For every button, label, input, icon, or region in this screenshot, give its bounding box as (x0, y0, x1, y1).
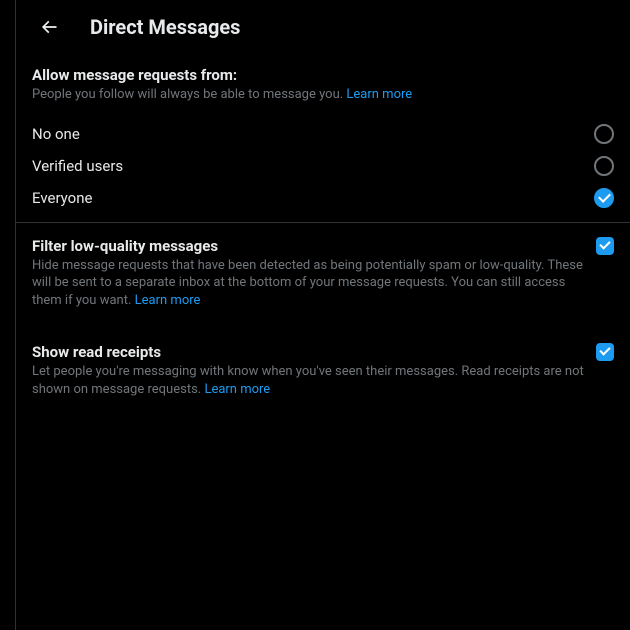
radio-label-everyone: Everyone (32, 189, 92, 207)
radio-row-verified[interactable]: Verified users (16, 150, 630, 182)
receipts-checkbox[interactable] (596, 343, 614, 361)
allow-requests-section: Allow message requests from: People you … (16, 54, 630, 118)
settings-page: Direct Messages Allow message requests f… (15, 0, 630, 630)
receipts-desc: Let people you're messaging with know wh… (32, 363, 614, 398)
arrow-left-icon (39, 17, 59, 37)
filter-section: Filter low-quality messages Hide message… (16, 223, 630, 320)
allow-requests-desc-text: People you follow will always be able to… (32, 87, 343, 102)
page-title: Direct Messages (90, 15, 240, 39)
radio-row-everyone[interactable]: Everyone (16, 182, 630, 214)
receipts-title-row: Show read receipts (32, 343, 614, 361)
radio-noone[interactable] (594, 124, 614, 144)
filter-checkbox[interactable] (596, 237, 614, 255)
receipts-title: Show read receipts (32, 343, 161, 361)
back-button[interactable] (32, 10, 66, 44)
allow-learn-more-link[interactable]: Learn more (346, 87, 412, 102)
receipts-desc-text: Let people you're messaging with know wh… (32, 364, 584, 397)
page-header: Direct Messages (16, 0, 630, 54)
radio-row-noone[interactable]: No one (16, 118, 630, 150)
receipts-section: Show read receipts Let people you're mes… (16, 319, 630, 408)
receipts-learn-more-link[interactable]: Learn more (204, 382, 270, 397)
filter-title: Filter low-quality messages (32, 237, 218, 255)
radio-verified[interactable] (594, 156, 614, 176)
radio-everyone[interactable] (594, 188, 614, 208)
allow-requests-title: Allow message requests from: (32, 66, 614, 84)
filter-learn-more-link[interactable]: Learn more (135, 293, 201, 308)
radio-label-verified: Verified users (32, 157, 123, 175)
allow-requests-desc: People you follow will always be able to… (32, 86, 614, 104)
filter-title-row: Filter low-quality messages (32, 237, 614, 255)
filter-desc: Hide message requests that have been det… (32, 257, 614, 310)
filter-desc-text: Hide message requests that have been det… (32, 258, 583, 308)
radio-label-noone: No one (32, 125, 80, 143)
